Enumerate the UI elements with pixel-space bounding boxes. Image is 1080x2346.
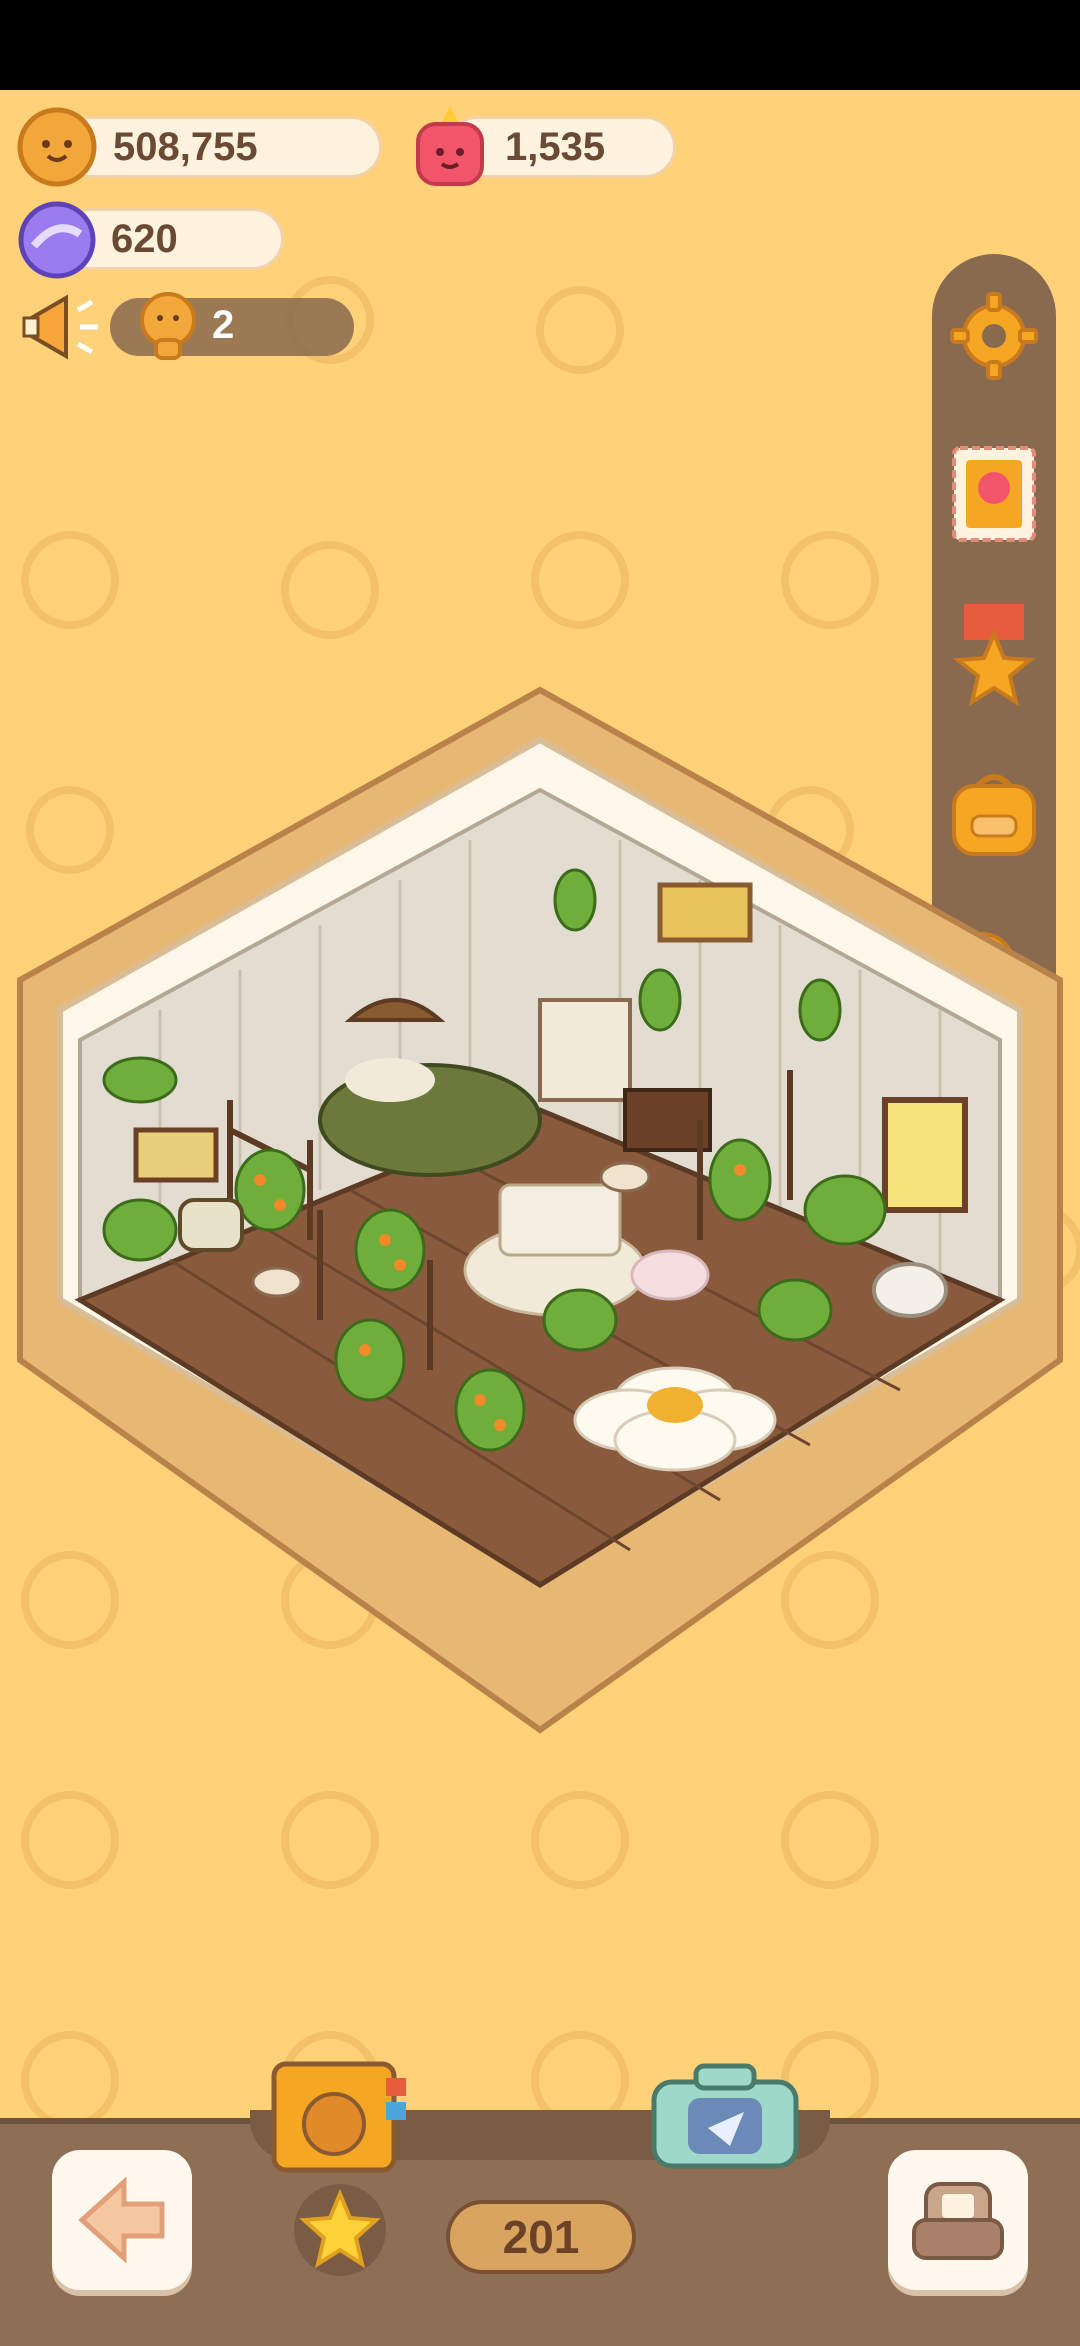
cookie-coin-icon [17, 107, 97, 187]
notice-count: 2 [212, 303, 235, 347]
sofa-icon [912, 2182, 1004, 2260]
gem-currency-value: 1,535 [505, 124, 606, 169]
status-bar [0, 0, 1080, 90]
candy-currency-value: 620 [111, 216, 178, 261]
purple-candy-icon [18, 201, 96, 279]
back-button[interactable] [52, 2150, 192, 2290]
cookie-book-icon[interactable] [266, 2054, 414, 2174]
back-arrow-icon [78, 2176, 165, 2264]
isometric-room[interactable] [0, 680, 1080, 1750]
red-gem-icon [416, 106, 484, 186]
gear-icon[interactable] [948, 290, 1040, 382]
furniture-button[interactable] [888, 2150, 1028, 2290]
camera-icon[interactable] [648, 2060, 802, 2170]
stamp-icon[interactable] [950, 444, 1038, 544]
cookie-friend-icon [140, 292, 196, 360]
level-counter: 201 [446, 2200, 636, 2274]
star-icon[interactable] [290, 2180, 390, 2280]
megaphone-icon[interactable] [20, 290, 106, 364]
cookie-currency-value: 508,755 [113, 124, 258, 169]
cookie-currency-pill[interactable]: 508,755 [60, 116, 382, 178]
